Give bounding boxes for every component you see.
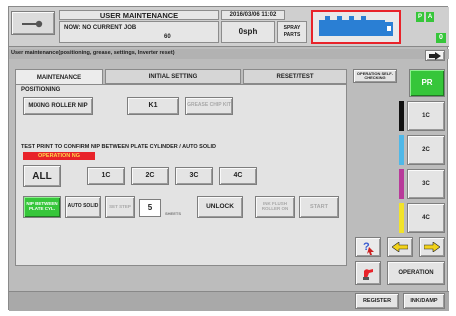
unit-2c-color-bar: [399, 135, 404, 165]
tab-initial-setting[interactable]: INITIAL SETTING: [105, 69, 241, 84]
press-status-display[interactable]: [311, 10, 401, 44]
unlock-button[interactable]: UNLOCK: [197, 196, 243, 218]
set-step-button[interactable]: SET STEP: [105, 196, 135, 218]
operation-status-badge: OPERATION NG: [23, 152, 95, 160]
grease-button[interactable]: GREASE CHIP KIT: [185, 97, 233, 115]
previous-button[interactable]: [387, 237, 413, 257]
indicator-a: A: [426, 12, 434, 22]
unit-4c-button[interactable]: 4C: [219, 167, 257, 185]
key-icon: [22, 20, 44, 28]
test-print-heading: TEST PRINT TO CONFIRM NIP BETWEEN PLATE …: [21, 144, 216, 150]
arrow-right-icon: [424, 242, 440, 252]
spray-parts-label: SPRAY PARTS: [277, 21, 307, 43]
header-bar: USER MAINTENANCE 2016/03/06 11:02 NOW: N…: [9, 7, 449, 47]
positioning-title: POSITIONING: [21, 87, 61, 93]
hand-pointer-icon: [363, 269, 373, 280]
mixing-roller-nip-button[interactable]: MIXING ROLLER NIP: [23, 97, 93, 115]
press-schematic-icon: [319, 16, 393, 36]
auto-solid-button[interactable]: AUTO SOLID: [65, 196, 101, 218]
ink-flush-roller-on-button[interactable]: INK FLUSH ROLLER ON: [255, 196, 295, 218]
operation-icon-button[interactable]: [355, 261, 381, 285]
k1-button[interactable]: K1: [127, 97, 179, 115]
datetime-display: 2016/03/06 11:02: [221, 10, 285, 20]
unit-2c-button[interactable]: 2C: [131, 167, 169, 185]
ink-damp-button[interactable]: INK/DAMP: [403, 293, 445, 309]
unit-1c-color-bar: [399, 101, 404, 131]
job-number: 60: [164, 34, 171, 40]
unit-3c-color-bar: [399, 169, 404, 199]
operation-button[interactable]: OPERATION: [387, 261, 445, 285]
next-page-button[interactable]: [425, 50, 445, 61]
indicator-p: P: [416, 12, 424, 22]
breadcrumb: User maintenance(positioning, grease, se…: [9, 49, 449, 59]
app-screen: USER MAINTENANCE 2016/03/06 11:02 NOW: N…: [8, 6, 449, 311]
arrow-right-icon: [429, 51, 441, 60]
unit-4c-color-bar: [399, 203, 404, 233]
operation-self-check-button[interactable]: OPERATION SELF-CHECKING: [353, 69, 397, 83]
counter-badge: 0: [436, 33, 446, 43]
start-button[interactable]: START: [299, 196, 339, 218]
current-job-box: NOW: NO CURRENT JOB 60: [59, 21, 219, 43]
sheet-count-unit: SHEETS: [165, 211, 182, 216]
nip-plate-cylinder-button[interactable]: NIP BETWEEN PLATE CYL.: [23, 196, 61, 218]
breadcrumb-text: User maintenance(positioning, grease, se…: [11, 50, 175, 56]
tab-maintenance[interactable]: MAINTENANCE: [15, 69, 103, 85]
sidebar-unit-4c-button[interactable]: 4C: [407, 203, 445, 233]
sheet-count-field[interactable]: 5: [139, 199, 161, 217]
current-job-label: NOW: NO CURRENT JOB: [64, 25, 137, 31]
unit-all-button[interactable]: ALL: [23, 165, 61, 187]
unit-3c-button[interactable]: 3C: [175, 167, 213, 185]
page-title: USER MAINTENANCE: [59, 10, 219, 20]
arrow-left-icon: [392, 242, 408, 252]
question-icon: ?: [363, 241, 374, 255]
forward-button[interactable]: [419, 237, 445, 257]
key-button[interactable]: [11, 11, 55, 35]
help-button[interactable]: ?: [355, 237, 381, 257]
unit-1c-button[interactable]: 1C: [87, 167, 125, 185]
sidebar-unit-3c-button[interactable]: 3C: [407, 169, 445, 199]
speed-display: 0sph: [221, 21, 275, 43]
tab-reset-test[interactable]: RESET/TEST: [243, 69, 347, 84]
sidebar-unit-2c-button[interactable]: 2C: [407, 135, 445, 165]
sidebar-unit-1c-button[interactable]: 1C: [407, 101, 445, 131]
pr-button[interactable]: PR: [409, 69, 445, 97]
register-button[interactable]: REGISTER: [355, 293, 399, 309]
